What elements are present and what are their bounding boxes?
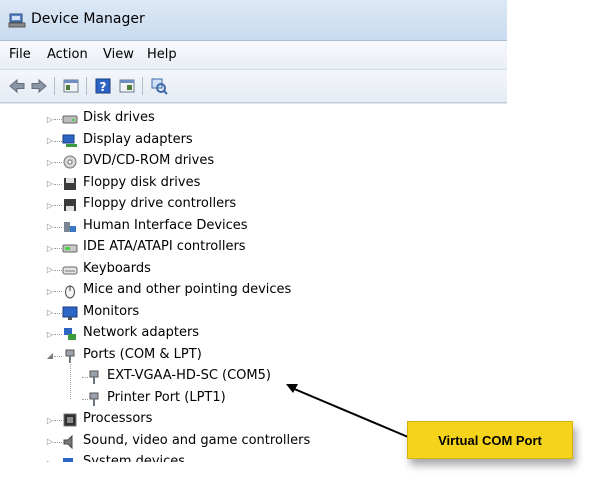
callout-leader-arrow bbox=[286, 384, 409, 438]
callout-label: Virtual COM Port bbox=[407, 421, 573, 459]
